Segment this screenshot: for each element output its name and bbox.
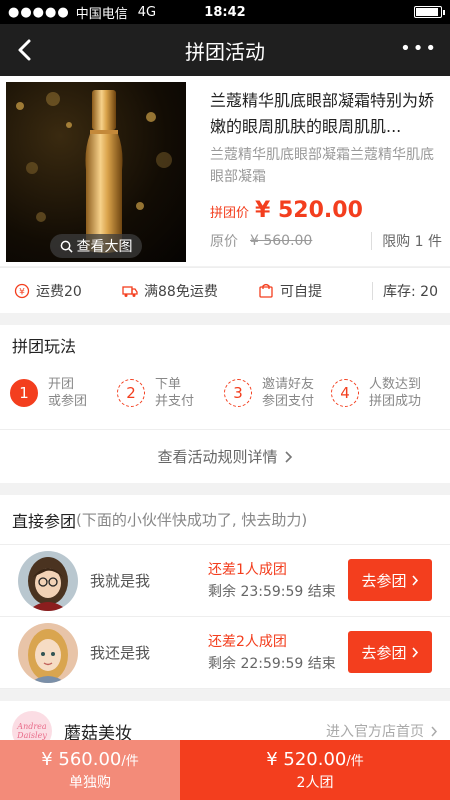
chevron-right-icon	[431, 726, 438, 736]
group-member-row: 我还是我 还差2人成团 剩余 22:59:59 结束 去参团	[0, 617, 450, 689]
bag-icon	[259, 283, 273, 298]
group-play-section: 拼团玩法 1 开团或参团 2 下单并支付 3 邀请好友参团支付 4 人数达到拼团…	[0, 325, 450, 483]
group-price-row: 拼团价 ¥ 520.00	[210, 198, 442, 223]
members-needed: 还差1人成团	[208, 561, 287, 578]
section-title: 拼团玩法	[12, 337, 77, 356]
free-shipping: 满88免运费	[122, 281, 258, 301]
view-large-image-label: 查看大图	[76, 239, 133, 255]
step-text-line1: 开团	[48, 377, 75, 392]
shipping-fee: ¥ 运费20	[14, 281, 122, 301]
activity-rules-link[interactable]: 查看活动规则详情	[0, 429, 450, 483]
original-price-row: 原价 ¥ 560.00 限购 1 件	[210, 231, 442, 251]
product-info: 兰蔻精华肌底眼部凝霜特别为娇嫩的眼周肌肤的眼周肌肌... 兰蔻精华肌底眼部凝霜兰…	[186, 82, 442, 260]
step-3: 3 邀请好友参团支付	[224, 376, 331, 410]
step-number: 1	[10, 379, 38, 407]
avatar	[18, 622, 78, 683]
step-text-line1: 邀请好友	[262, 377, 315, 392]
free-shipping-label: 满88免运费	[144, 283, 218, 300]
join-header: 直接参团 (下面的小伙伴快成功了, 快去助力)	[0, 495, 450, 545]
group-member-row: 我就是我 还差1人成团 剩余 23:59:59 结束 去参团	[0, 545, 450, 617]
section-title: 直接参团	[12, 511, 77, 531]
self-pickup: 可自提	[258, 281, 362, 301]
step-1: 1 开团或参团	[10, 376, 117, 410]
direct-join-section: 直接参团 (下面的小伙伴快成功了, 快去助力) 我就是我 还差1人成团 剩余 2…	[0, 495, 450, 689]
self-pickup-label: 可自提	[280, 283, 322, 300]
time-remaining: 剩余 23:59:59 结束	[208, 583, 336, 600]
step-text-line2: 拼团成功	[369, 394, 422, 409]
battery-icon	[414, 6, 445, 18]
step-2: 2 下单并支付	[117, 376, 224, 410]
member-name: 我还是我	[90, 644, 151, 662]
solo-price: ¥ 560.00	[41, 748, 122, 770]
join-group-label: 去参团	[361, 643, 407, 662]
step-number: 3	[224, 379, 252, 407]
group-price-label: 拼团价	[210, 206, 250, 221]
chevron-right-icon	[411, 646, 418, 658]
product-card: 查看大图 兰蔻精华肌底眼部凝霜特别为娇嫩的眼周肌肤的眼周肌肌... 兰蔻精华肌底…	[0, 76, 450, 266]
chevron-right-icon	[411, 574, 418, 586]
join-hint: (下面的小伙伴快成功了, 快去助力)	[76, 511, 308, 529]
product-name: 兰蔻精华肌底眼部凝霜特别为娇嫩的眼周肌肤的眼周肌肌...	[210, 91, 435, 136]
join-group-button[interactable]: 去参团	[348, 559, 432, 601]
yen-coin-icon: ¥	[14, 283, 30, 298]
divider	[372, 281, 373, 300]
group-buy-label: 2人团	[296, 774, 334, 791]
member-status: 还差2人成团 剩余 22:59:59 结束	[208, 631, 336, 675]
step-4: 4 人数达到拼团成功	[331, 376, 438, 410]
truck-icon	[122, 285, 138, 297]
product-subtitle: 兰蔻精华肌底眼部凝霜兰蔻精华肌底眼部凝霜	[210, 147, 434, 185]
original-price: ¥ 560.00	[250, 233, 313, 249]
step-text-line2: 并支付	[155, 394, 195, 409]
bottom-action-bar: ¥ 560.00/件 单独购 ¥ 520.00/件 2人团	[0, 740, 450, 800]
members-needed: 还差2人成团	[208, 633, 287, 650]
buy-alone-button[interactable]: ¥ 560.00/件 单独购	[0, 740, 180, 800]
member-status: 还差1人成团 剩余 23:59:59 结束	[208, 559, 336, 603]
step-text-line1: 人数达到	[369, 377, 422, 392]
time-remaining: 剩余 22:59:59 结束	[208, 655, 336, 672]
stock-count: 库存: 20	[383, 283, 438, 300]
chevron-right-icon	[284, 450, 292, 463]
group-buy-button[interactable]: ¥ 520.00/件 2人团	[180, 740, 450, 800]
step-text-line1: 下单	[155, 377, 182, 392]
group-buy-price: ¥ 520.00	[266, 748, 347, 770]
more-icon[interactable]: •••	[400, 38, 438, 59]
shipping-fee-label: 运费20	[36, 283, 82, 300]
shop-home-label: 进入官方店首页	[326, 724, 424, 740]
status-bar: ●●●●● 中国电信 4G 18:42	[0, 0, 450, 24]
group-price: ¥ 520.00	[255, 198, 363, 223]
nav-bar: 拼团活动 •••	[0, 24, 450, 76]
step-text-line2: 参团支付	[262, 394, 315, 409]
serum-bottle-illustration	[85, 90, 123, 253]
chevron-left-icon[interactable]	[12, 36, 40, 64]
features-bar: ¥ 运费20 满88免运费 可自提 库存: 20	[0, 267, 450, 313]
search-icon	[60, 240, 73, 253]
group-buy-unit: /件	[346, 753, 364, 769]
clock: 18:42	[204, 4, 246, 20]
steps-list: 1 开团或参团 2 下单并支付 3 邀请好友参团支付 4 人数达到拼团成功	[0, 365, 450, 421]
member-name: 我就是我	[90, 572, 151, 590]
buy-alone-label: 单独购	[69, 774, 111, 791]
purchase-limit: 限购 1 件	[382, 234, 442, 250]
step-number: 4	[331, 379, 359, 407]
join-group-label: 去参团	[361, 571, 407, 590]
activity-rules-label: 查看活动规则详情	[157, 448, 278, 466]
step-text-line2: 或参团	[48, 394, 88, 409]
original-price-label: 原价	[210, 234, 238, 250]
avatar	[18, 550, 78, 611]
product-image[interactable]: 查看大图	[6, 82, 186, 262]
svg-text:¥: ¥	[19, 287, 25, 297]
divider	[371, 232, 373, 250]
shop-home-link[interactable]: 进入官方店首页	[326, 721, 438, 741]
view-large-image-button[interactable]: 查看大图	[50, 234, 142, 258]
page-title: 拼团活动	[185, 39, 265, 64]
join-group-button[interactable]: 去参团	[348, 631, 432, 673]
step-number: 2	[117, 379, 145, 407]
solo-unit: /件	[121, 753, 139, 769]
